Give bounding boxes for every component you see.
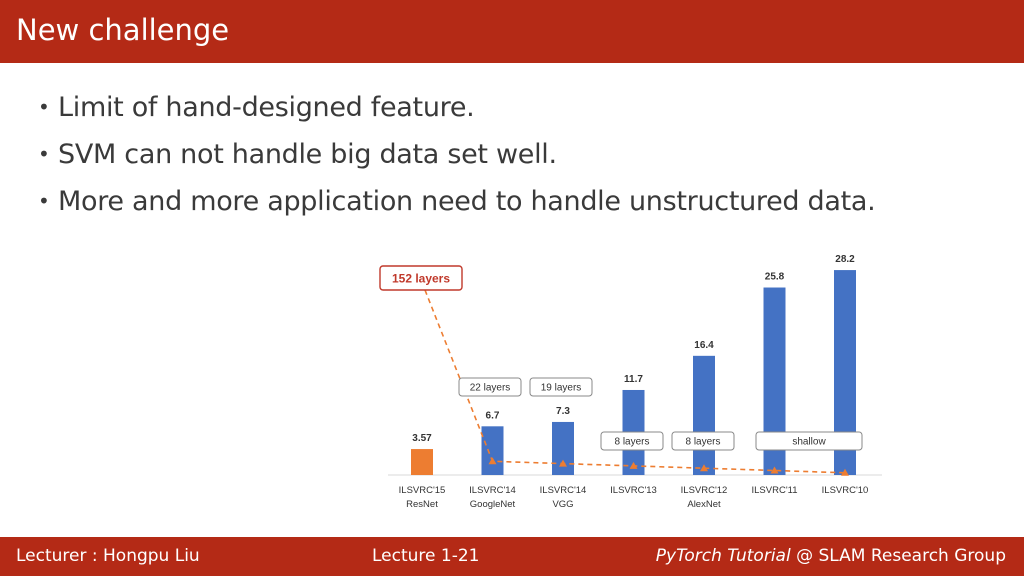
category-label-6: ILSVRC'10 xyxy=(822,485,869,496)
depth-label-0: 152 layers xyxy=(392,271,450,285)
depth-label-5: shallow xyxy=(792,437,826,448)
bullet-item: • Limit of hand-designed feature. xyxy=(38,84,1008,131)
value-label-4: 16.4 xyxy=(694,340,714,351)
value-label-1: 6.7 xyxy=(486,410,500,421)
bar-1 xyxy=(481,426,504,475)
bullet-dot-icon: • xyxy=(38,189,50,213)
ilsvrc-error-chart: 3.57 ILSVRC'15 ResNet 6.7 ILSVRC'14 GoogleNet… xyxy=(379,254,882,510)
depth-label-4: 8 layers xyxy=(685,437,720,448)
depth-label-1: 22 layers xyxy=(470,383,511,394)
value-label-2: 7.3 xyxy=(556,406,570,417)
category-label-0: ILSVRC'15 xyxy=(399,485,446,496)
bullet-item: • SVM can not handle big data set well. xyxy=(38,131,1008,178)
footer-course: PyTorch Tutorial @ SLAM Research Group xyxy=(656,546,1006,566)
bar-2 xyxy=(552,421,574,475)
category-label-1: ILSVRC'14 xyxy=(469,485,516,496)
category-sublabel-2: VGG xyxy=(552,499,573,510)
category-sublabel-1: GoogleNet xyxy=(470,499,516,510)
bar-0 xyxy=(411,449,433,475)
footer-course-name: PyTorch Tutorial xyxy=(655,546,791,566)
value-label-0: 3.57 xyxy=(412,433,432,444)
bar-4 xyxy=(693,355,715,475)
value-label-6: 28.2 xyxy=(835,254,855,265)
category-label-4: ILSVRC'12 xyxy=(681,485,728,496)
footer-bar: Lecturer : Hongpu Liu Lecture 1-21 PyTor… xyxy=(0,537,1024,576)
footer-lecturer: Lecturer : Hongpu Liu xyxy=(16,546,200,566)
bullet-dot-icon: • xyxy=(38,142,50,166)
bullet-list: • Limit of hand-designed feature. • SVM ca… xyxy=(38,84,1008,225)
value-label-3: 11.7 xyxy=(624,374,643,385)
category-label-5: ILSVRC'11 xyxy=(752,485,798,496)
depth-label-2: 19 layers xyxy=(541,383,582,394)
bullet-text: More and more application need to handle… xyxy=(58,186,876,217)
category-label-3: ILSVRC'13 xyxy=(610,485,657,496)
slide-title: New challenge xyxy=(16,13,230,47)
category-sublabel-4: AlexNet xyxy=(687,499,721,510)
depth-label-3: 8 layers xyxy=(614,437,649,448)
bullet-dot-icon: • xyxy=(38,95,50,119)
value-label-5: 25.8 xyxy=(765,272,785,283)
title-bar: New challenge xyxy=(0,0,1024,63)
category-label-2: ILSVRC'14 xyxy=(540,485,587,496)
bullet-text: SVM can not handle big data set well. xyxy=(58,139,557,170)
footer-lecture-number: Lecture 1-21 xyxy=(372,546,480,566)
bullet-item: • More and more application need to handl… xyxy=(38,178,1008,225)
footer-group: @ SLAM Research Group xyxy=(796,546,1006,566)
category-sublabel-0: ResNet xyxy=(406,499,438,510)
bullet-text: Limit of hand-designed feature. xyxy=(58,92,475,123)
